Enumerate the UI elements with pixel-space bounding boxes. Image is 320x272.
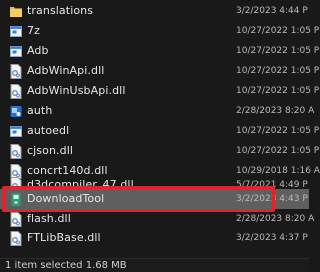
- file-name: cjson.dll: [27, 144, 74, 157]
- folder-icon: [10, 4, 22, 19]
- download-tool-icon: [10, 192, 22, 207]
- file-row-translations[interactable]: translations 3/2/2023 4:44 P: [0, 1, 309, 21]
- file-name: AdbWinApi.dll: [27, 64, 105, 77]
- file-name: autoedl: [27, 124, 70, 137]
- application-icon: [10, 24, 22, 39]
- file-date: 2/28/2023 8:20 A: [236, 106, 315, 116]
- file-name: DownloadTool: [27, 192, 105, 205]
- file-date: 10/29/2018 1:16 A: [236, 166, 320, 176]
- file-row-auth[interactable]: auth 2/28/2023 8:20 A: [0, 101, 314, 121]
- file-date: 10/27/2022 1:05 P: [236, 126, 320, 136]
- dll-file-icon: [10, 143, 22, 159]
- file-list: translations 3/2/2023 4:44 P 7z 10/27/20…: [0, 0, 320, 258]
- dll-file-icon: [10, 83, 22, 99]
- file-date: 3/2/2023 4:37 P: [236, 233, 308, 243]
- file-date: 10/27/2022 1:05 P: [236, 46, 320, 56]
- file-row-ftlibbase-dll[interactable]: FTLibBase.dll 3/2/2023 4:37 P: [0, 228, 309, 248]
- auth-app-icon: [10, 104, 22, 119]
- file-row-cjson-dll[interactable]: cjson.dll 10/27/2022 1:05 P: [0, 141, 319, 161]
- file-name: 7z: [27, 24, 40, 37]
- application-icon: [10, 44, 22, 59]
- file-row-adb[interactable]: Adb 10/27/2022 1:05 P: [0, 41, 319, 61]
- file-row-downloadtool[interactable]: DownloadTool 3/2/2023 4:43 P: [0, 189, 309, 209]
- file-date: 10/27/2022 1:05 P: [236, 66, 320, 76]
- file-name: AdbWinUsbApi.dll: [27, 84, 126, 97]
- status-bar: 1 item selected 1.68 MB: [0, 258, 309, 272]
- file-name: FTLibBase.dll: [27, 231, 101, 244]
- dll-file-icon: [10, 211, 22, 227]
- dll-file-icon: [10, 230, 22, 246]
- file-row-adbwinusbapi-dll[interactable]: AdbWinUsbApi.dll 10/27/2022 1:05 P: [0, 81, 319, 101]
- file-date: 2/28/2023 8:20 A: [236, 214, 315, 224]
- file-name: concrt140d.dll: [27, 164, 108, 177]
- status-text: 1 item selected 1.68 MB: [5, 260, 127, 271]
- file-date: 3/2/2023 4:44 P: [236, 6, 308, 16]
- file-name: auth: [27, 104, 53, 117]
- file-row-autoedl[interactable]: autoedl 10/27/2022 1:05 P: [0, 121, 319, 141]
- file-date: 10/27/2022 1:05 P: [236, 26, 320, 36]
- application-icon: [10, 124, 22, 139]
- dll-file-icon: [10, 63, 22, 79]
- file-name: translations: [27, 4, 94, 17]
- file-name: Adb: [27, 44, 49, 57]
- file-date: 10/27/2022 1:05 P: [236, 86, 320, 96]
- file-date: 3/2/2023 4:43 P: [236, 194, 308, 204]
- file-row-adbwinapi-dll[interactable]: AdbWinApi.dll 10/27/2022 1:05 P: [0, 61, 319, 81]
- file-name: flash.dll: [27, 212, 71, 225]
- file-row-flash-dll[interactable]: flash.dll 2/28/2023 8:20 A: [0, 209, 314, 229]
- file-date: 10/27/2022 1:05 P: [236, 146, 320, 156]
- file-row-7z[interactable]: 7z 10/27/2022 1:05 P: [0, 21, 319, 41]
